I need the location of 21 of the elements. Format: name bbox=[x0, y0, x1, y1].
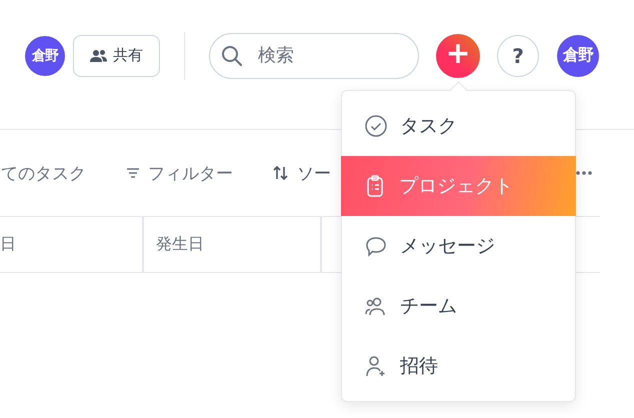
search-field[interactable]: 検索 bbox=[209, 32, 419, 78]
menu-item[interactable]: メッセージ bbox=[342, 216, 575, 276]
menu-item[interactable]: 招待 bbox=[342, 336, 575, 396]
sort-button[interactable]: ソー bbox=[273, 162, 331, 184]
help-button[interactable]: ? bbox=[497, 34, 539, 76]
search-icon bbox=[221, 44, 243, 66]
check-circle-icon bbox=[364, 114, 388, 138]
filter-icon bbox=[126, 167, 140, 179]
add-button[interactable]: + bbox=[436, 34, 480, 78]
column-header: 日 bbox=[0, 217, 144, 272]
view-tab[interactable]: てのタスク bbox=[1, 162, 86, 184]
user-avatar[interactable]: 倉野 bbox=[557, 34, 599, 76]
menu-item[interactable]: チーム bbox=[342, 276, 575, 336]
menu-item[interactable]: タスク bbox=[342, 96, 575, 156]
user-avatar[interactable]: 倉野 bbox=[25, 36, 65, 76]
sort-icon bbox=[273, 166, 289, 180]
column-header: 発生日 bbox=[144, 217, 322, 272]
people-icon bbox=[90, 48, 108, 62]
share-button[interactable]: 共有 bbox=[73, 34, 160, 76]
filter-button[interactable]: フィルター bbox=[126, 162, 233, 184]
more-icon[interactable] bbox=[576, 171, 592, 175]
